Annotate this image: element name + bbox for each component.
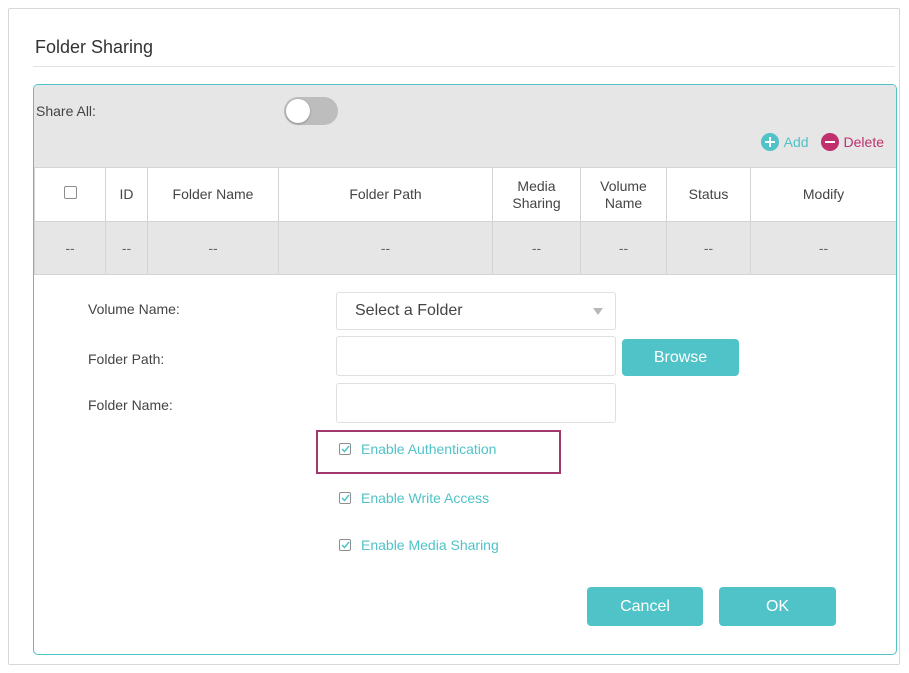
folder-name-input[interactable] — [336, 383, 616, 423]
header-folder-name: Folder Name — [147, 167, 279, 222]
cancel-button[interactable]: Cancel — [587, 587, 703, 626]
folder-name-label: Folder Name: — [88, 397, 173, 413]
share-all-label: Share All: — [36, 103, 96, 119]
select-all-checkbox[interactable] — [63, 186, 77, 199]
table-cell: -- — [492, 221, 581, 275]
table-cell: -- — [750, 221, 896, 275]
enable-media-sharing-label: Enable Media Sharing — [361, 537, 499, 553]
header-media-sharing: Media Sharing — [492, 167, 581, 222]
table-cell: -- — [580, 221, 667, 275]
volume-name-value: Select a Folder — [355, 302, 463, 319]
folder-sharing-card: Folder Sharing Share All: Add Delete ID … — [8, 8, 900, 665]
table-cell: -- — [105, 221, 148, 275]
delete-label: Delete — [843, 134, 884, 150]
chevron-down-icon — [593, 308, 603, 315]
share-all-bar: Share All: Add Delete — [34, 85, 896, 167]
header-status: Status — [666, 167, 751, 222]
table-cell: -- — [666, 221, 751, 275]
plus-icon — [760, 133, 779, 151]
ok-button[interactable]: OK — [719, 587, 836, 626]
folder-table: ID Folder Name Folder Path Media Sharing… — [34, 167, 896, 275]
table-cell: -- — [278, 221, 493, 275]
table-actions: Add Delete — [760, 133, 884, 151]
check-icon — [340, 541, 350, 549]
volume-name-select[interactable]: Select a Folder — [336, 292, 616, 330]
select-all-cell — [34, 167, 106, 222]
table-cell: -- — [34, 221, 106, 275]
page-title: Folder Sharing — [35, 37, 154, 57]
enable-write-access-checkbox[interactable] — [339, 492, 351, 504]
browse-button[interactable]: Browse — [622, 339, 739, 376]
add-label: Add — [783, 134, 809, 150]
title-divider — [33, 66, 895, 67]
table-row: -- -- -- -- -- -- -- -- — [34, 221, 896, 275]
table-header-row: ID Folder Name Folder Path Media Sharing… — [34, 167, 896, 222]
share-all-toggle[interactable] — [284, 97, 338, 125]
check-icon — [340, 445, 350, 453]
enable-media-sharing-option[interactable]: Enable Media Sharing — [339, 537, 499, 553]
header-id: ID — [105, 167, 148, 222]
enable-write-access-label: Enable Write Access — [361, 490, 490, 506]
header-modify: Modify — [750, 167, 896, 222]
minus-icon — [820, 133, 839, 151]
add-button[interactable]: Add — [760, 133, 809, 151]
sharing-panel: Share All: Add Delete ID Folder Name Fol… — [33, 84, 897, 655]
enable-authentication-label: Enable Authentication — [361, 441, 497, 457]
toggle-knob — [286, 99, 310, 123]
folder-path-label: Folder Path: — [88, 351, 165, 367]
delete-button[interactable]: Delete — [820, 133, 884, 151]
enable-authentication-option[interactable]: Enable Authentication — [339, 441, 496, 457]
table-cell: -- — [147, 221, 279, 275]
header-volume-name: Volume Name — [580, 167, 667, 222]
enable-write-access-option[interactable]: Enable Write Access — [339, 490, 489, 506]
folder-path-input[interactable] — [336, 336, 616, 376]
enable-authentication-checkbox[interactable] — [339, 443, 351, 455]
enable-media-sharing-checkbox[interactable] — [339, 539, 351, 551]
header-folder-path: Folder Path — [278, 167, 493, 222]
volume-name-label: Volume Name: — [88, 301, 180, 317]
check-icon — [340, 494, 350, 502]
